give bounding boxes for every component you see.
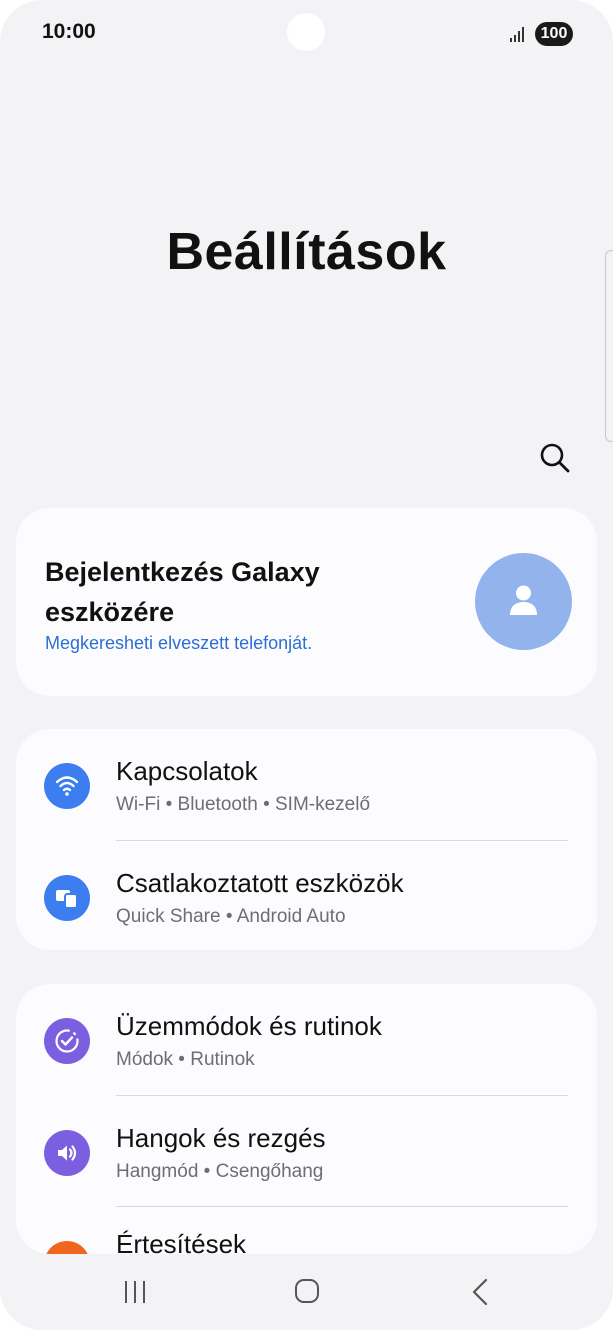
home-icon: [295, 1279, 319, 1303]
avatar[interactable]: [475, 553, 572, 650]
settings-item-sounds[interactable]: Hangok és rezgés Hangmód • Csengőhang: [16, 1096, 597, 1207]
settings-item-title: Értesítések: [116, 1229, 247, 1254]
settings-item-subtitle: Quick Share • Android Auto: [116, 906, 346, 927]
settings-item-subtitle: Wi-Fi • Bluetooth • SIM-kezelő: [116, 794, 371, 815]
settings-item-title: Hangok és rezgés: [116, 1123, 326, 1153]
recents-button[interactable]: [116, 1274, 156, 1310]
wifi-icon: [44, 763, 90, 809]
search-icon: [540, 443, 570, 473]
settings-item-title: Kapcsolatok: [116, 756, 258, 786]
settings-item-kapcsolatok[interactable]: Kapcsolatok Wi-Fi • Bluetooth • SIM-keze…: [16, 729, 597, 840]
connected-devices-icon: [44, 875, 90, 921]
front-camera-cutout: [287, 13, 325, 51]
settings-item-notifications[interactable]: Értesítések: [16, 1207, 597, 1254]
back-button[interactable]: [460, 1274, 500, 1310]
account-card[interactable]: Bejelentkezés Galaxy eszközére Megkeresh…: [16, 508, 597, 696]
signal-bars-icon: [510, 27, 524, 42]
settings-item-subtitle: Módok • Rutinok: [116, 1049, 255, 1070]
settings-group-connections: Kapcsolatok Wi-Fi • Bluetooth • SIM-keze…: [16, 729, 597, 950]
notification-icon: [44, 1241, 90, 1254]
battery-indicator: 100: [535, 22, 573, 46]
settings-group-modes: Üzemmódok és rutinok Módok • Rutinok Han…: [16, 984, 597, 1254]
settings-item-connected-devices[interactable]: Csatlakoztatott eszközök Quick Share • A…: [16, 841, 597, 952]
settings-item-modes-routines[interactable]: Üzemmódok és rutinok Módok • Rutinok: [16, 984, 597, 1095]
modes-check-icon: [44, 1018, 90, 1064]
settings-item-title: Üzemmódok és rutinok: [116, 1011, 382, 1041]
recents-icon: [125, 1281, 145, 1303]
navigation-bar: [0, 1254, 613, 1330]
account-title: Bejelentkezés Galaxy eszközére: [45, 557, 320, 627]
status-time: 10:00: [42, 20, 96, 43]
settings-item-title: Csatlakoztatott eszközök: [116, 868, 404, 898]
status-bar: 10:00 100: [0, 0, 613, 70]
phone-screen: 10:00 100 Beállítások Bejelentkezés Gala…: [0, 0, 613, 1330]
speaker-icon: [44, 1130, 90, 1176]
scroll-handle[interactable]: [605, 250, 613, 442]
home-button[interactable]: [287, 1274, 327, 1310]
search-button[interactable]: [535, 438, 575, 478]
back-icon: [472, 1278, 488, 1306]
person-icon: [510, 585, 537, 615]
account-subtitle: Megkeresheti elveszett telefonját.: [45, 633, 313, 653]
settings-item-subtitle: Hangmód • Csengőhang: [116, 1161, 324, 1182]
page-title: Beállítások: [166, 223, 447, 281]
